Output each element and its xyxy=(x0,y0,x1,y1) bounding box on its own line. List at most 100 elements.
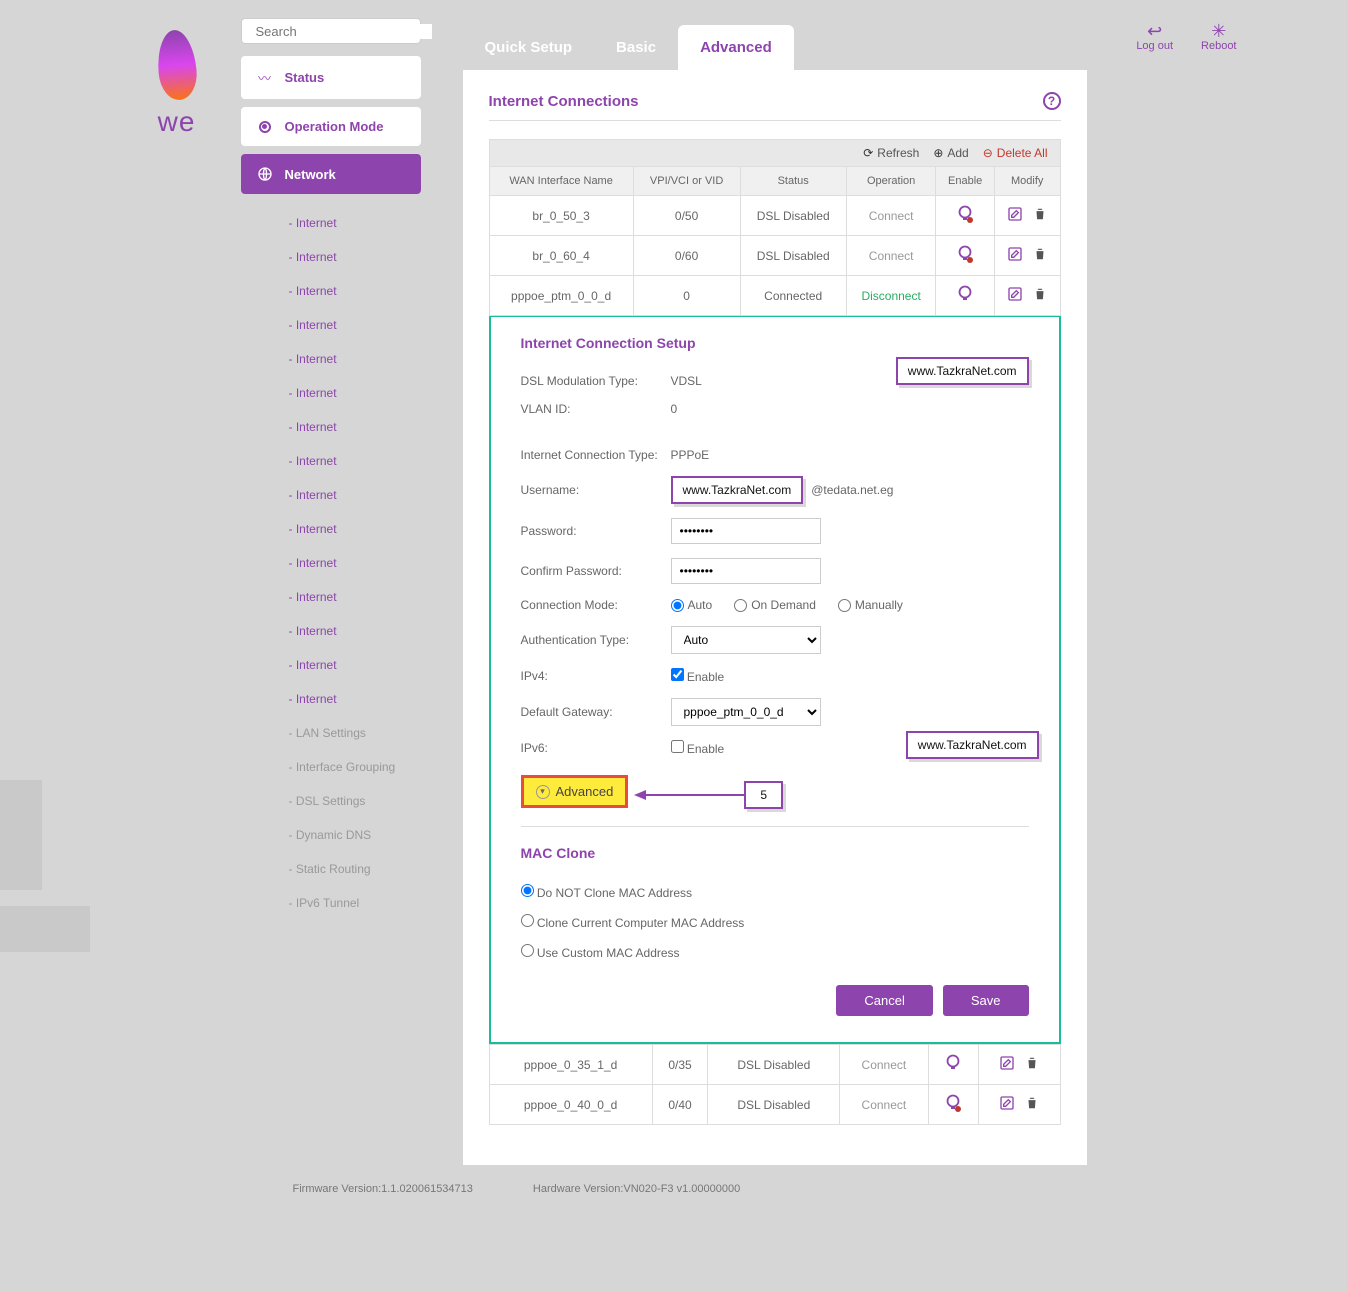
operation-link[interactable]: Disconnect xyxy=(861,289,920,303)
password-input[interactable] xyxy=(671,518,821,544)
sidebar-item-operation-mode[interactable]: Operation Mode xyxy=(241,107,421,146)
sub-ipv6-tunnel[interactable]: - IPv6 Tunnel xyxy=(241,886,421,920)
sub-internet[interactable]: - Internet xyxy=(241,580,421,614)
advanced-toggle-label: Advanced xyxy=(556,784,614,799)
sub-internet[interactable]: - Internet xyxy=(241,478,421,512)
modify-cell[interactable] xyxy=(994,196,1060,236)
sub-dsl-settings[interactable]: - DSL Settings xyxy=(241,784,421,818)
enable-toggle[interactable] xyxy=(936,236,994,276)
tab-basic[interactable]: Basic xyxy=(594,25,678,70)
operation-link[interactable]: Connect xyxy=(862,1058,907,1072)
sub-dynamic-dns[interactable]: - Dynamic DNS xyxy=(241,818,421,852)
enable-toggle[interactable] xyxy=(928,1045,979,1085)
th-enable: Enable xyxy=(936,167,994,196)
th-operation: Operation xyxy=(846,167,936,196)
cell-status: DSL Disabled xyxy=(708,1085,840,1125)
sidebar-item-network[interactable]: Network xyxy=(241,154,421,194)
dsl-mod-label: DSL Modulation Type: xyxy=(521,374,671,388)
wan-table-lower: pppoe_0_35_1_d0/35DSL DisabledConnectppp… xyxy=(489,1044,1061,1125)
enable-toggle[interactable] xyxy=(928,1085,979,1125)
sub-internet[interactable]: - Internet xyxy=(241,682,421,716)
watermark: www.TazkraNet.com xyxy=(906,731,1039,759)
sidebar-label: Status xyxy=(285,70,325,85)
reboot-label: Reboot xyxy=(1201,40,1236,52)
username-input[interactable]: www.TazkraNet.com xyxy=(671,476,804,504)
table-row: pppoe_0_35_1_d0/35DSL DisabledConnect xyxy=(489,1045,1060,1085)
trash-icon xyxy=(1033,246,1047,262)
cell-vpi: 0/40 xyxy=(652,1085,708,1125)
auth-type-select[interactable]: Auto xyxy=(671,626,821,654)
sub-internet[interactable]: - Internet xyxy=(241,342,421,376)
sub-internet[interactable]: - Internet xyxy=(241,308,421,342)
enable-toggle[interactable] xyxy=(936,196,994,236)
modify-cell[interactable] xyxy=(979,1085,1060,1125)
search-input[interactable] xyxy=(256,24,432,39)
sub-internet[interactable]: - Internet xyxy=(241,376,421,410)
th-status: Status xyxy=(740,167,846,196)
sub-internet[interactable]: - Internet xyxy=(241,410,421,444)
hardware-version: Hardware Version:VN020-F3 v1.00000000 xyxy=(533,1183,740,1195)
mode-auto-radio[interactable]: Auto xyxy=(671,598,713,612)
sub-internet[interactable]: - Internet xyxy=(241,614,421,648)
connection-type-value: PPPoE xyxy=(671,448,1029,462)
sub-internet[interactable]: - Internet xyxy=(241,206,421,240)
trash-icon xyxy=(1025,1095,1039,1111)
cell-name: pppoe_0_40_0_d xyxy=(489,1085,652,1125)
sub-internet[interactable]: - Internet xyxy=(241,274,421,308)
sub-internet[interactable]: - Internet xyxy=(241,512,421,546)
mac-opt3-radio[interactable]: Use Custom MAC Address xyxy=(521,944,680,960)
search-box[interactable] xyxy=(241,18,421,44)
connection-mode-label: Connection Mode: xyxy=(521,598,671,612)
refresh-button[interactable]: ⟳Refresh xyxy=(863,146,919,160)
confirm-password-input[interactable] xyxy=(671,558,821,584)
sub-lan[interactable]: - LAN Settings xyxy=(241,716,421,750)
operation-link[interactable]: Connect xyxy=(869,249,914,263)
ipv4-enable-checkbox[interactable]: Enable xyxy=(671,668,725,684)
help-icon[interactable]: ? xyxy=(1043,92,1061,110)
sub-internet[interactable]: - Internet xyxy=(241,240,421,274)
mac-opt2-radio[interactable]: Clone Current Computer MAC Address xyxy=(521,914,745,930)
pulse-icon: 〰 xyxy=(255,68,275,87)
firmware-version: Firmware Version:1.1.020061534713 xyxy=(293,1183,473,1195)
table-toolbar: ⟳Refresh ⊕Add ⊖Delete All xyxy=(489,139,1061,166)
sub-internet[interactable]: - Internet xyxy=(241,648,421,682)
cell-status: DSL Disabled xyxy=(708,1045,840,1085)
sub-static-routing[interactable]: - Static Routing xyxy=(241,852,421,886)
brand-logo: we xyxy=(113,18,241,138)
trash-icon xyxy=(1025,1055,1039,1071)
add-button[interactable]: ⊕Add xyxy=(933,146,968,160)
setup-title: Internet Connection Setup xyxy=(521,335,1029,351)
gateway-select[interactable]: pppoe_ptm_0_0_d xyxy=(671,698,821,726)
edit-icon xyxy=(1007,246,1023,262)
mode-manual-radio[interactable]: Manually xyxy=(838,598,903,612)
panel-title: Internet Connections xyxy=(489,93,639,110)
cell-vpi: 0 xyxy=(633,276,740,316)
enable-toggle[interactable] xyxy=(936,276,994,316)
auth-type-label: Authentication Type: xyxy=(521,633,671,647)
tab-advanced[interactable]: Advanced xyxy=(678,25,794,70)
th-vpi: VPI/VCI or VID xyxy=(633,167,740,196)
ipv6-enable-checkbox[interactable]: Enable xyxy=(671,740,725,756)
save-button[interactable]: Save xyxy=(943,985,1029,1016)
modify-cell[interactable] xyxy=(994,276,1060,316)
logout-button[interactable]: ↩ Log out xyxy=(1136,22,1173,52)
sub-internet[interactable]: - Internet xyxy=(241,444,421,478)
reboot-button[interactable]: ✳ Reboot xyxy=(1201,22,1236,52)
table-row: pppoe_0_40_0_d0/40DSL Disabled Connect xyxy=(489,1085,1060,1125)
operation-link[interactable]: Connect xyxy=(869,209,914,223)
operation-link[interactable]: Connect xyxy=(862,1098,907,1112)
tab-quick-setup[interactable]: Quick Setup xyxy=(463,25,595,70)
cell-name: br_0_60_4 xyxy=(489,236,633,276)
advanced-toggle[interactable]: ▾ Advanced xyxy=(521,775,629,808)
modify-cell[interactable] xyxy=(979,1045,1060,1085)
modify-cell[interactable] xyxy=(994,236,1060,276)
chevron-down-icon: ▾ xyxy=(536,785,550,799)
mac-opt1-radio[interactable]: Do NOT Clone MAC Address xyxy=(521,884,693,900)
edit-icon xyxy=(999,1095,1015,1111)
delete-all-button[interactable]: ⊖Delete All xyxy=(983,146,1048,160)
sub-interface-grouping[interactable]: - Interface Grouping xyxy=(241,750,421,784)
sidebar-item-status[interactable]: 〰 Status xyxy=(241,56,421,99)
sub-internet[interactable]: - Internet xyxy=(241,546,421,580)
cancel-button[interactable]: Cancel xyxy=(836,985,932,1016)
mode-demand-radio[interactable]: On Demand xyxy=(734,598,816,612)
